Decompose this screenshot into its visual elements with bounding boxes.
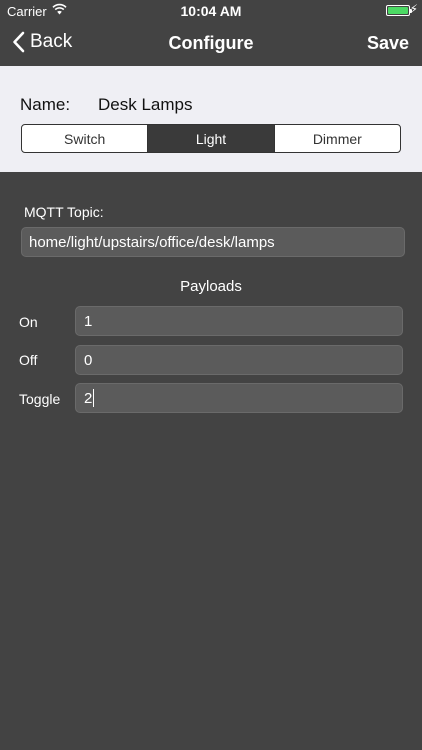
nav-bar: Back Configure Save — [0, 22, 422, 66]
device-type-segmented-control: Switch Light Dimmer — [21, 124, 401, 153]
off-payload-input[interactable]: 0 — [75, 345, 403, 375]
off-label: Off — [19, 352, 38, 368]
toggle-label: Toggle — [19, 391, 61, 407]
on-payload-input[interactable]: 1 — [75, 306, 403, 336]
segment-light[interactable]: Light — [148, 125, 275, 152]
mqtt-topic-input[interactable]: home/light/upstairs/office/desk/lamps — [21, 227, 405, 257]
save-button[interactable]: Save — [367, 33, 409, 54]
segment-dimmer[interactable]: Dimmer — [275, 125, 400, 152]
on-label: On — [19, 314, 38, 330]
name-value[interactable]: Desk Lamps — [98, 95, 192, 115]
off-payload-value: 0 — [84, 351, 93, 369]
on-payload-value: 1 — [84, 312, 93, 330]
mqtt-topic-value: home/light/upstairs/office/desk/lamps — [29, 233, 275, 251]
device-header: Name: Desk Lamps Switch Light Dimmer — [0, 66, 422, 172]
segment-switch[interactable]: Switch — [22, 125, 149, 152]
status-bar: Carrier 10:04 AM ⚡ — [0, 0, 422, 22]
name-label: Name: — [20, 95, 71, 114]
battery-icon — [386, 5, 412, 16]
payloads-title: Payloads — [180, 278, 242, 295]
charging-icon: ⚡ — [409, 2, 418, 16]
page-title: Configure — [168, 33, 254, 53]
status-time: 10:04 AM — [180, 3, 242, 19]
toggle-payload-input[interactable]: 2 — [75, 383, 403, 413]
mqtt-topic-label: MQTT Topic: — [24, 204, 104, 220]
text-cursor — [93, 389, 95, 407]
toggle-payload-value: 2 — [84, 389, 93, 407]
